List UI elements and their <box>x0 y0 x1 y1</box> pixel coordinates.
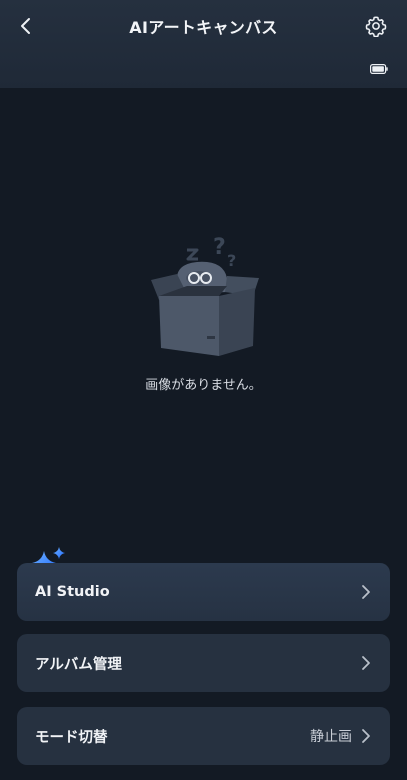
chevron-right-icon <box>362 729 370 743</box>
mode-switch-label: モード切替 <box>35 729 108 746</box>
ai-studio-button[interactable]: AI Studio <box>17 563 390 621</box>
page-title: AIアートキャンバス <box>129 18 278 37</box>
svg-text:?: ? <box>227 251 236 270</box>
empty-message: 画像がありません。 <box>145 378 262 393</box>
empty-state: ? ? 画像がありません。 <box>0 230 407 400</box>
album-management-label: アルバム管理 <box>35 656 122 673</box>
album-management-button[interactable]: アルバム管理 <box>17 634 390 692</box>
app-header: AIアートキャンバス <box>0 0 407 88</box>
svg-text:?: ? <box>213 235 226 260</box>
mode-switch-button[interactable]: モード切替 静止画 <box>17 707 390 765</box>
settings-button[interactable] <box>363 13 389 39</box>
empty-box-illustration: ? ? <box>151 235 259 356</box>
chevron-right-icon <box>362 585 370 599</box>
mode-value: 静止画 <box>310 729 352 745</box>
gear-icon <box>365 16 387 37</box>
battery-icon <box>370 64 388 74</box>
ai-studio-label: AI Studio <box>35 584 110 600</box>
chevron-right-icon <box>362 656 370 670</box>
